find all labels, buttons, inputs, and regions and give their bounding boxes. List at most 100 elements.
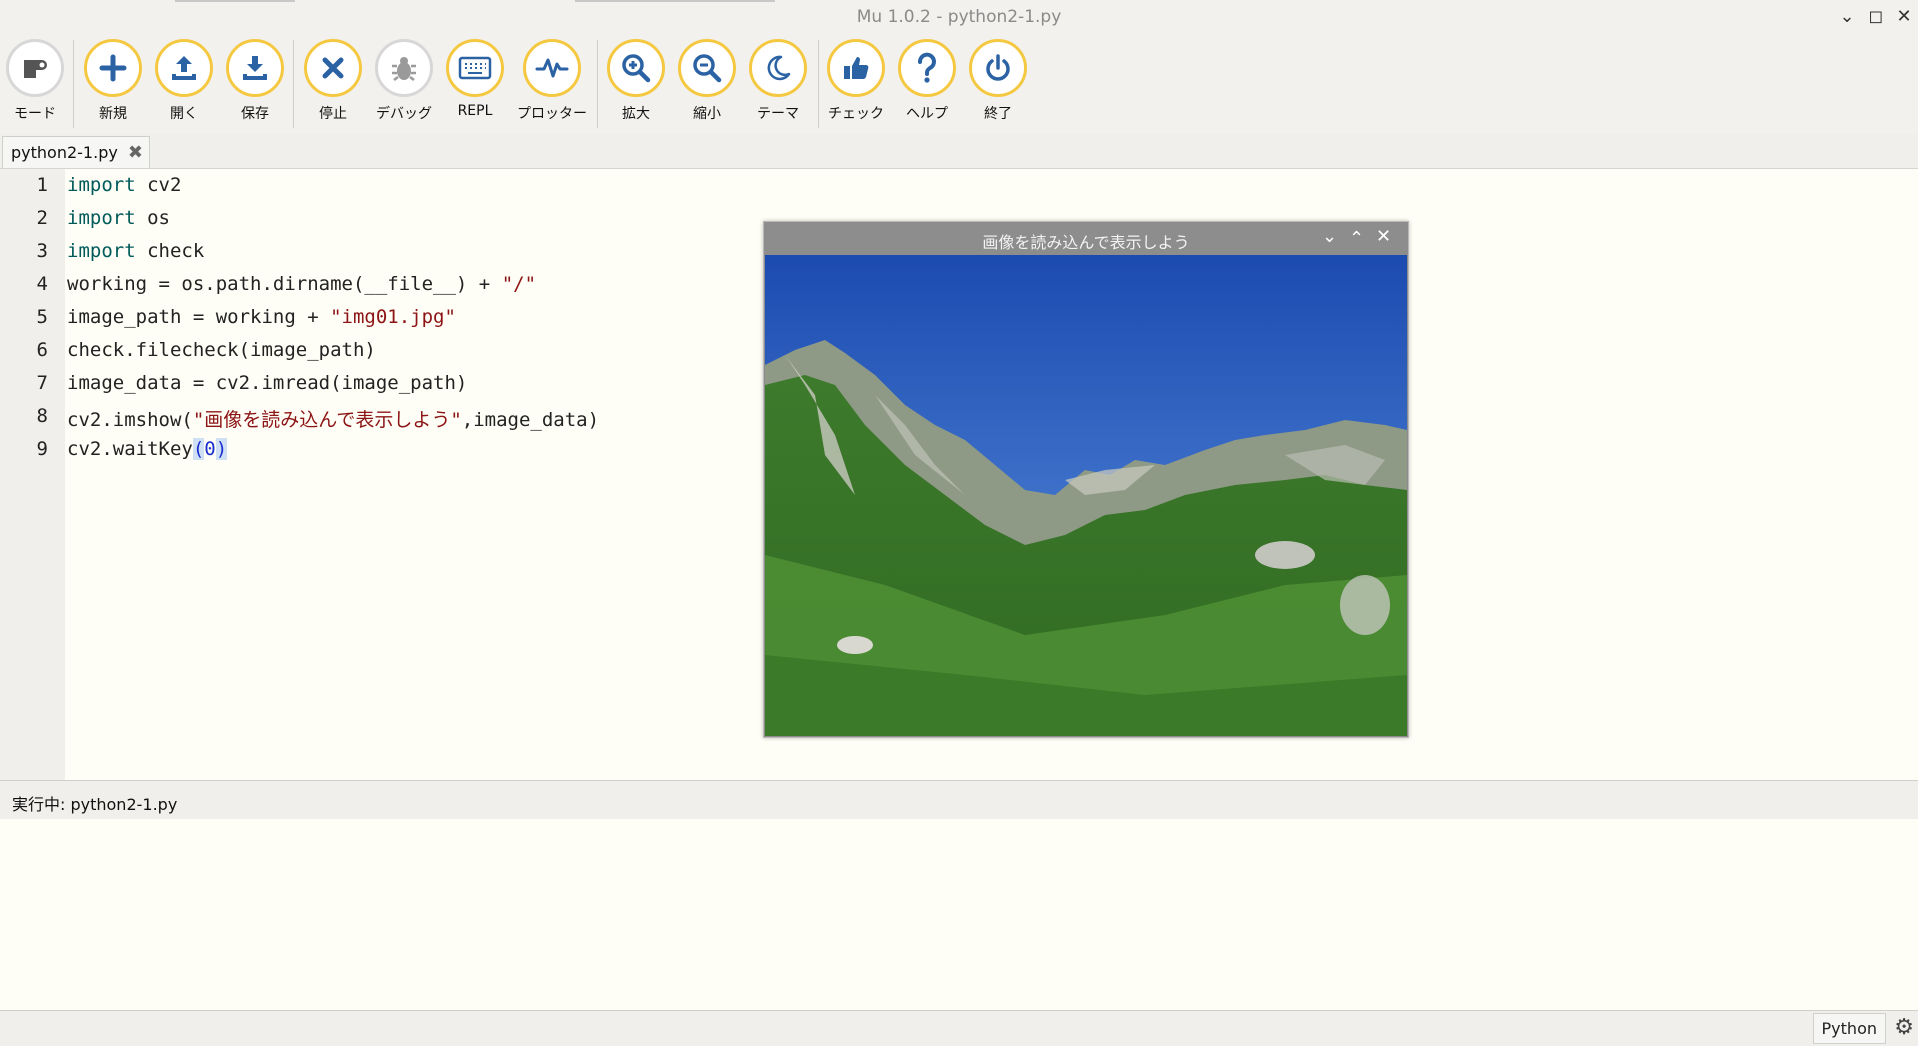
line-number: 6 <box>36 339 48 361</box>
code-line: cv2.waitKey(0) <box>67 438 228 460</box>
line-number: 2 <box>36 207 48 229</box>
toolbar-separator <box>597 40 598 128</box>
quit-button[interactable]: 終了 <box>962 39 1034 123</box>
code-line: check.filecheck(image_path) <box>67 339 376 361</box>
upload-icon <box>172 56 196 80</box>
zoom-in-label: 拡大 <box>622 106 650 122</box>
line-number: 4 <box>36 273 48 295</box>
debug-label: デバッグ <box>376 106 432 122</box>
check-button[interactable]: チェック <box>820 39 892 123</box>
power-icon <box>986 54 1010 81</box>
code-line: working = os.path.dirname(__file__) + "/… <box>67 273 536 295</box>
code-line: import check <box>67 240 204 262</box>
theme-button[interactable]: テーマ <box>742 39 814 123</box>
open-label: 開く <box>170 106 198 122</box>
plotter-button[interactable]: プロッター <box>516 39 588 123</box>
mode-indicator[interactable]: Python <box>1812 1013 1886 1044</box>
mode-button[interactable]: モード <box>0 39 71 123</box>
output-pane[interactable] <box>0 819 1918 1010</box>
code-line: image_path = working + "img01.jpg" <box>67 306 456 328</box>
toolbar-separator <box>73 40 74 128</box>
image-window-title: 画像を読み込んで表示しよう <box>982 233 1190 252</box>
code-line: import cv2 <box>67 174 181 196</box>
keyword: import <box>67 174 136 196</box>
code-text: check.filecheck(image_path) <box>67 339 376 361</box>
string-literal: "画像を読み込んで表示しよう" <box>192 409 462 431</box>
code-text: cv2.imshow( <box>67 409 193 431</box>
minimize-button[interactable]: ⌄ <box>1836 6 1858 27</box>
code-line: image_data = cv2.imread(image_path) <box>67 372 467 394</box>
maximize-button[interactable]: ◻ <box>1865 6 1887 27</box>
line-number: 7 <box>36 372 48 394</box>
title-strip <box>575 0 775 2</box>
toolbar: モード 新規 開く 保存 停止 デバッグ REPL プロッター 拡大 縮小 テー… <box>0 34 1918 134</box>
close-window-button[interactable]: ✕ <box>1893 6 1915 27</box>
code-text: ,image_data) <box>461 409 600 431</box>
open-button[interactable]: 開く <box>148 39 220 123</box>
bracket-highlight: ( <box>192 438 205 460</box>
zoom-in-icon <box>622 54 651 83</box>
zoom-out-button[interactable]: 縮小 <box>671 39 743 123</box>
string-literal: "/" <box>501 273 537 295</box>
chevron-down-icon[interactable]: ⌄ <box>1322 226 1337 247</box>
download-icon <box>243 56 267 80</box>
tab-python2-1[interactable]: python2-1.py ✖ <box>2 136 150 168</box>
line-number-gutter: 1 2 3 4 5 6 7 8 9 <box>0 169 65 780</box>
code-text: working = os.path.dirname(__file__) + <box>67 273 502 295</box>
repl-label: REPL <box>457 103 493 119</box>
close-icon[interactable]: ✕ <box>1376 226 1391 247</box>
thumbs-up-icon <box>844 57 869 79</box>
tab-bar: python2-1.py ✖ <box>0 134 1918 169</box>
bracket-highlight: ) <box>215 438 228 460</box>
code-text: os <box>135 207 170 229</box>
save-button[interactable]: 保存 <box>219 39 291 123</box>
zoom-in-button[interactable]: 拡大 <box>600 39 672 123</box>
quit-label: 終了 <box>984 106 1012 122</box>
zoom-out-label: 縮小 <box>693 106 721 122</box>
stop-button[interactable]: 停止 <box>297 39 369 123</box>
string-literal: "img01.jpg" <box>330 306 456 328</box>
gear-icon[interactable]: ⚙ <box>1894 1015 1914 1040</box>
mode-label: モード <box>14 106 56 122</box>
keyword: import <box>67 240 136 262</box>
line-number: 1 <box>36 174 48 196</box>
line-number: 9 <box>36 438 48 460</box>
plotter-label: プロッター <box>517 106 587 122</box>
repl-button[interactable]: REPL <box>439 39 511 119</box>
chevron-up-icon[interactable]: ⌃ <box>1349 228 1364 249</box>
code-line: import os <box>67 207 170 229</box>
title-strip <box>175 0 295 2</box>
keyboard-icon <box>458 56 492 80</box>
code-text: image_path = working + <box>67 306 331 328</box>
check-label: チェック <box>828 106 884 122</box>
code-text: cv2.waitKey <box>67 438 193 460</box>
help-label: ヘルプ <box>906 106 948 122</box>
bug-icon <box>392 57 416 81</box>
image-window-titlebar[interactable]: 画像を読み込んで表示しよう ⌄ ⌃ ✕ <box>764 222 1408 254</box>
question-icon <box>918 52 936 83</box>
moon-icon <box>767 55 791 81</box>
image-window[interactable]: 画像を読み込んで表示しよう ⌄ ⌃ ✕ <box>763 221 1409 738</box>
new-button[interactable]: 新規 <box>77 39 149 123</box>
pulse-icon <box>535 58 569 78</box>
code-text: cv2 <box>135 174 182 196</box>
theme-label: テーマ <box>757 106 799 122</box>
debug-button[interactable]: デバッグ <box>368 39 440 123</box>
output-pane-header: 実行中: python2-1.py <box>0 780 1918 820</box>
title-bar: Mu 1.0.2 - python2-1.py ⌄ ◻ ✕ <box>0 0 1918 35</box>
line-number: 8 <box>36 405 48 427</box>
help-button[interactable]: ヘルプ <box>891 39 963 123</box>
save-label: 保存 <box>241 106 269 122</box>
line-number: 5 <box>36 306 48 328</box>
tab-label: python2-1.py <box>11 143 118 162</box>
number-literal: 0 <box>204 438 216 460</box>
line-number: 3 <box>36 240 48 262</box>
mode-icon <box>24 60 47 78</box>
mountain-photo <box>765 255 1407 736</box>
keyword: import <box>67 207 136 229</box>
toolbar-separator <box>293 40 294 128</box>
stop-label: 停止 <box>319 106 347 122</box>
code-text: check <box>135 240 205 262</box>
close-tab-icon[interactable]: ✖ <box>128 142 143 163</box>
plus-icon <box>99 54 127 82</box>
